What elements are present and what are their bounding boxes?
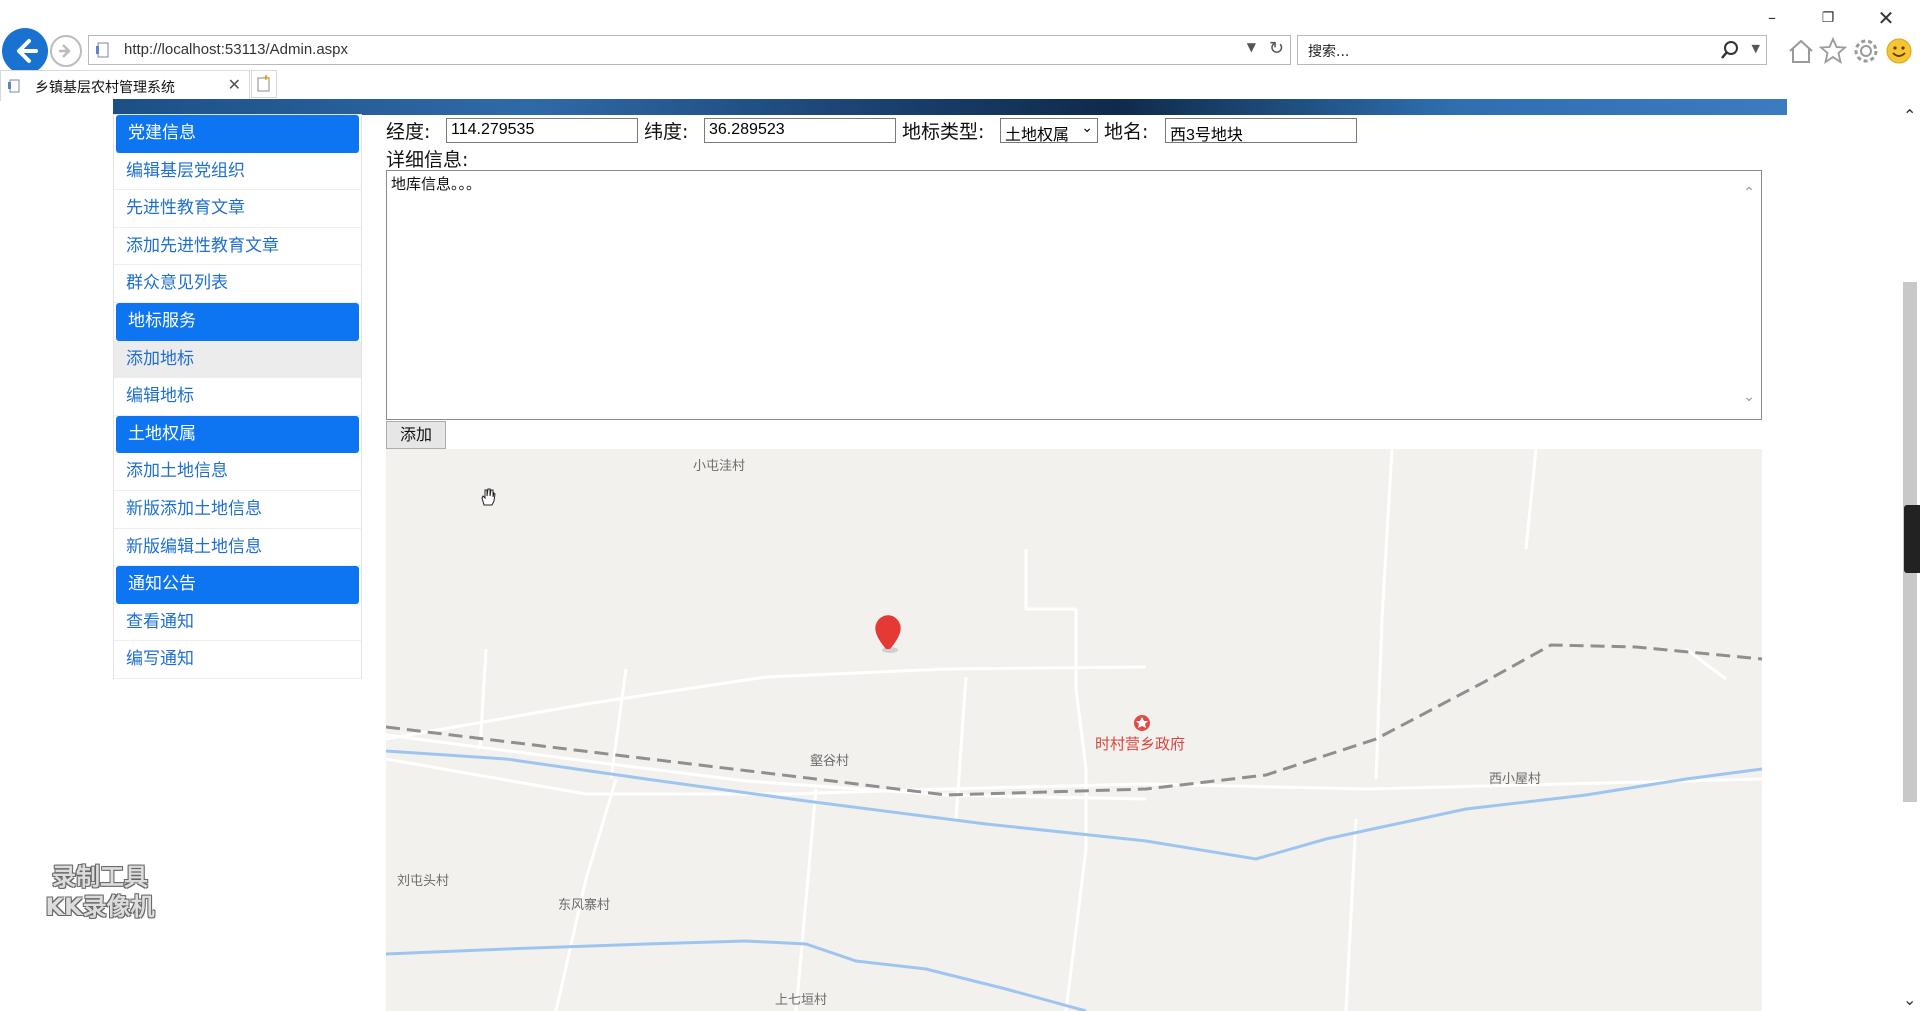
new-tab-button[interactable] bbox=[251, 70, 277, 98]
scroll-down-icon[interactable]: ⌄ bbox=[1903, 990, 1916, 1009]
url-text[interactable]: http://localhost:53113/Admin.aspx bbox=[124, 41, 348, 58]
address-bar[interactable]: http://localhost:53113/Admin.aspx ▼ ↻ bbox=[88, 35, 1291, 65]
sidebar-item-public-opinions[interactable]: 群众意见列表 bbox=[114, 265, 361, 303]
sidebar-item-write-notice[interactable]: 编写通知 bbox=[114, 641, 361, 679]
sidebar-item-new-edit-land-info[interactable]: 新版编辑土地信息 bbox=[114, 529, 361, 567]
browser-chrome: – ❐ ✕ http://localhost:53113/Admin.aspx … bbox=[0, 0, 1920, 102]
scroll-up-icon[interactable]: ⌃ bbox=[1903, 106, 1916, 125]
place-name-input[interactable]: 西3号地块 bbox=[1165, 118, 1357, 144]
detail-text: 地库信息。。。 bbox=[391, 175, 482, 193]
latitude-input[interactable]: 36.289523 bbox=[704, 118, 896, 143]
refresh-icon[interactable]: ↻ bbox=[1269, 38, 1284, 59]
sidebar-item-new-add-land-info[interactable]: 新版添加土地信息 bbox=[114, 491, 361, 529]
arrow-left-icon bbox=[17, 39, 38, 63]
latitude-label: 纬度: bbox=[644, 121, 689, 143]
sidebar-header-land-ownership[interactable]: 土地权属 bbox=[116, 415, 359, 454]
home-icon[interactable] bbox=[1786, 36, 1816, 66]
detail-label: 详细信息: bbox=[386, 149, 469, 171]
chevron-down-icon: ⌄ bbox=[1081, 120, 1093, 136]
map-view[interactable]: 小屯洼村 壑谷村 时村营乡政府 西小屋村 刘屯头村 东风寨村 上七垣村 bbox=[386, 449, 1762, 1011]
star-icon[interactable] bbox=[1818, 36, 1848, 66]
chevron-down-icon[interactable]: ▼ bbox=[1752, 42, 1760, 55]
scroll-up-icon[interactable]: ⌃ bbox=[1743, 185, 1755, 201]
close-tab-icon[interactable]: ✕ bbox=[228, 75, 241, 94]
restore-icon[interactable]: ❐ bbox=[1808, 6, 1848, 30]
sidebar-item-edit-landmark[interactable]: 编辑地标 bbox=[114, 378, 361, 416]
map-label-government: 时村营乡政府 bbox=[1095, 735, 1186, 753]
map-label: 东风寨村 bbox=[558, 898, 611, 913]
back-button[interactable] bbox=[2, 28, 48, 74]
side-panel-tab[interactable] bbox=[1904, 505, 1920, 573]
chevron-down-icon[interactable]: ▼ bbox=[1247, 40, 1256, 54]
header-banner bbox=[113, 99, 1787, 115]
detail-textarea[interactable]: 地库信息。。。 ⌃ ⌄ bbox=[386, 170, 1762, 420]
smiley-icon[interactable] bbox=[1884, 36, 1914, 66]
map-label: 壑谷村 bbox=[810, 754, 850, 769]
sidebar-header-notices[interactable]: 通知公告 bbox=[116, 566, 359, 604]
watermark-line: KK录像机 bbox=[45, 893, 155, 921]
landmark-type-select[interactable]: 土地权属 ⌄ bbox=[1000, 118, 1098, 144]
sidebar-item-add-education-article[interactable]: 添加先进性教育文章 bbox=[114, 228, 361, 266]
map-roads bbox=[386, 449, 1762, 1011]
map-label: 上七垣村 bbox=[775, 993, 828, 1008]
sidebar-nav: 党建信息 编辑基层党组织 先进性教育文章 添加先进性教育文章 群众意见列表 地标… bbox=[113, 114, 362, 679]
browser-tab[interactable]: 乡镇基层农村管理系统 ✕ bbox=[0, 70, 250, 101]
sidebar-item-edit-party-org[interactable]: 编辑基层党组织 bbox=[114, 153, 361, 191]
search-input[interactable]: 搜索... bbox=[1308, 41, 1349, 61]
close-icon[interactable]: ✕ bbox=[1866, 6, 1906, 30]
sidebar-item-add-land-info[interactable]: 添加土地信息 bbox=[114, 453, 361, 491]
search-box[interactable]: 搜索... ▼ bbox=[1297, 35, 1767, 65]
hand-cursor-icon bbox=[481, 488, 496, 506]
longitude-label: 经度: bbox=[386, 121, 431, 143]
scroll-down-icon[interactable]: ⌄ bbox=[1743, 389, 1755, 405]
map-label: 小屯洼村 bbox=[693, 459, 746, 474]
place-name-label: 地名: bbox=[1104, 121, 1149, 143]
map-label: 西小屋村 bbox=[1489, 772, 1542, 787]
sidebar-item-view-notices[interactable]: 查看通知 bbox=[114, 604, 361, 642]
map-label: 刘屯头村 bbox=[397, 874, 450, 889]
tab-title: 乡镇基层农村管理系统 bbox=[35, 80, 175, 96]
sidebar-header-landmark[interactable]: 地标服务 bbox=[116, 302, 359, 341]
minimize-icon[interactable]: – bbox=[1752, 6, 1792, 30]
arrow-right-icon bbox=[59, 44, 71, 58]
add-button[interactable]: 添加 bbox=[386, 421, 446, 449]
sidebar-header-party[interactable]: 党建信息 bbox=[116, 115, 359, 153]
sidebar-item-add-landmark[interactable]: 添加地标 bbox=[114, 340, 361, 379]
map-marker-icon[interactable] bbox=[875, 615, 901, 653]
forward-button[interactable] bbox=[50, 35, 82, 67]
sidebar-item-education-articles[interactable]: 先进性教育文章 bbox=[114, 190, 361, 228]
recorder-watermark: 录制工具 KK录像机 bbox=[30, 862, 170, 922]
landmark-type-value: 土地权属 bbox=[1005, 125, 1070, 144]
page-icon bbox=[96, 42, 109, 58]
government-star-icon bbox=[1134, 715, 1150, 731]
gear-icon[interactable] bbox=[1851, 36, 1881, 66]
new-tab-icon bbox=[257, 75, 270, 92]
search-icon[interactable] bbox=[1720, 40, 1740, 60]
longitude-input[interactable]: 114.279535 bbox=[446, 118, 638, 143]
landmark-type-label: 地标类型: bbox=[902, 121, 985, 143]
watermark-line: 录制工具 bbox=[52, 863, 148, 891]
page-icon bbox=[8, 79, 20, 93]
